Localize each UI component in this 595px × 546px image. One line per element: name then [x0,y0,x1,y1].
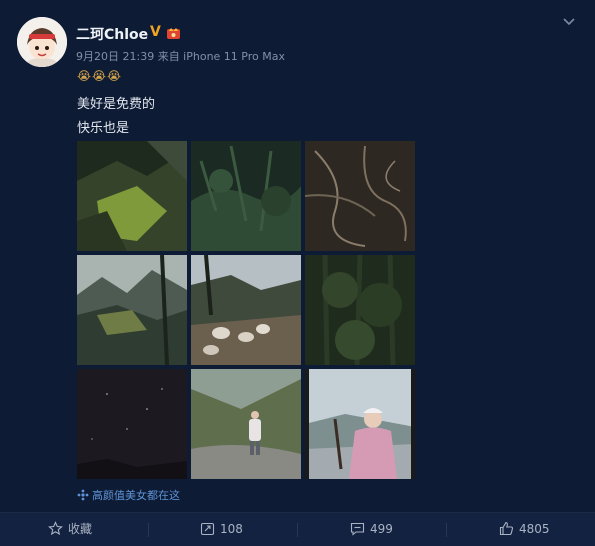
avatar-image [17,17,67,67]
photo-mountain-sunlight[interactable] [77,141,187,251]
topic-label: 高颜值美女都在这 [92,489,180,502]
separator [446,523,447,537]
repost-button[interactable]: 108 [200,513,243,546]
repost-count: 108 [220,522,243,536]
post-text-line-2: 快乐也是 [77,121,130,136]
username[interactable]: 二珂Chloe [76,24,148,44]
favorite-label: 收藏 [68,522,93,536]
photo-night-sky[interactable] [77,369,187,479]
photo-person-on-rock[interactable] [191,369,301,479]
vip-crown-icon [166,25,181,40]
like-button[interactable]: 4805 [499,513,550,546]
emoji-line: 😭😭😭 [77,69,123,83]
topic-icon [77,489,89,501]
chevron-down-icon[interactable] [561,14,577,30]
avatar[interactable] [17,17,67,67]
verified-badge-icon: V [150,24,161,40]
photo-person-pink-jacket[interactable] [305,369,415,479]
photo-tree-roots[interactable] [305,141,415,251]
photo-goats-on-path[interactable] [191,255,301,365]
topic-link[interactable]: 高颜值美女都在这 [77,487,180,503]
post-meta: 9月20日 21:39 来自 iPhone 11 Pro Max [76,50,285,63]
action-bar: 收藏 108 499 4805 [0,513,595,546]
thumbs-up-icon [499,521,514,536]
star-icon [48,521,63,536]
weibo-post-card: 二珂Chloe V 9月20日 21:39 来自 iPhone 11 Pro M… [0,0,595,546]
repost-icon [200,522,215,536]
like-count: 4805 [519,522,550,536]
photo-grid [77,141,415,479]
favorite-button[interactable]: 收藏 [48,513,92,546]
comment-icon [350,522,365,536]
separator [297,523,298,537]
photo-dark-forest[interactable] [305,255,415,365]
comment-count: 499 [370,522,393,536]
comment-button[interactable]: 499 [350,513,393,546]
post-text-line-1: 美好是免费的 [77,97,156,112]
photo-mountain-valley[interactable] [77,255,187,365]
separator [148,523,149,537]
photo-forest-undergrowth[interactable] [191,141,301,251]
